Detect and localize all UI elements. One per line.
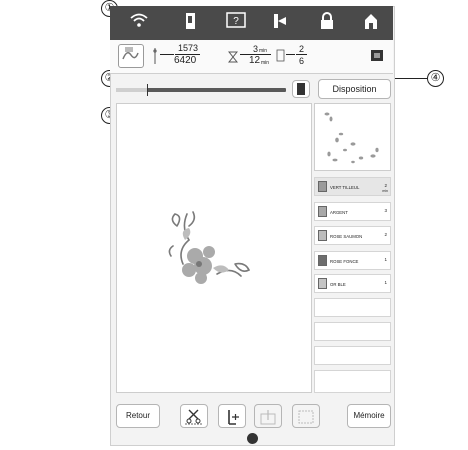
thread-item-1[interactable]: VERT TILLEUL 2 min — [314, 177, 391, 196]
color-total: 6 — [299, 56, 305, 66]
callout-4: ④ — [427, 70, 444, 87]
thread-cut-icon — [185, 409, 203, 425]
thread-item-4[interactable]: ROSE FONCE 1 — [314, 251, 391, 270]
progress-fill — [116, 88, 147, 92]
thread-name: ROSE SAUMON — [330, 234, 363, 239]
home-icon[interactable] — [358, 12, 384, 34]
stitch-divider — [160, 54, 174, 55]
thread-swatch — [318, 278, 327, 289]
hourglass-icon — [227, 50, 239, 63]
frame-icon — [298, 410, 314, 424]
thread-swatch — [318, 255, 327, 266]
pause-icon[interactable] — [247, 433, 258, 444]
status-bar: 1573 6420 3 min 12 min 2 6 — [110, 40, 393, 74]
help-icon[interactable]: ? — [223, 12, 249, 34]
disposition-button[interactable]: Disposition — [318, 79, 391, 99]
thread-color-button[interactable] — [292, 80, 310, 98]
design-thumbnail[interactable] — [314, 103, 391, 171]
thread-item-empty-1 — [314, 298, 391, 317]
color-current: 2 — [299, 44, 305, 54]
trace-icon — [260, 410, 276, 425]
thread-swatch — [318, 181, 327, 192]
thread-item-5[interactable]: OR BLE 1 — [314, 274, 391, 293]
thread-item-3[interactable]: ROSE SAUMON 2 — [314, 226, 391, 245]
stitch-current: 1573 — [178, 43, 199, 53]
thread-item-2[interactable]: ARGENT 3 — [314, 202, 391, 221]
pattern-preview — [168, 211, 251, 284]
thread-count: 3 — [384, 208, 387, 213]
time-total: 12 — [249, 55, 261, 66]
thread-name: VERT TILLEUL — [330, 185, 360, 190]
thread-swatch — [318, 206, 327, 217]
back-button[interactable]: Retour — [116, 404, 160, 428]
memory-button[interactable]: Mémoire — [347, 404, 391, 428]
thread-name: ROSE FONCE — [330, 259, 359, 264]
progress-marker — [146, 84, 148, 96]
thread-swatch — [318, 230, 327, 241]
thread-name: ARGENT — [330, 210, 348, 215]
needle-icon — [152, 48, 158, 66]
embroidery-area[interactable] — [116, 103, 312, 393]
time-current: 3 — [253, 44, 259, 54]
thread-icon[interactable] — [268, 12, 294, 34]
frame-button[interactable] — [292, 404, 320, 428]
color-divider — [286, 54, 295, 55]
time-total-unit: min — [261, 60, 270, 66]
spool-icon — [276, 49, 285, 62]
thread-item-empty-2 — [314, 322, 391, 341]
thread-count: 2 — [384, 183, 387, 188]
tension-button[interactable] — [218, 404, 246, 428]
top-toolbar: ? — [110, 6, 393, 40]
tension-icon — [228, 410, 239, 425]
wifi-icon[interactable] — [126, 12, 152, 34]
lock-icon[interactable] — [314, 12, 340, 34]
thread-name: OR BLE — [330, 282, 346, 287]
progress-track — [116, 88, 286, 92]
thread-count: 1 — [384, 280, 387, 285]
thread-count: 2 — [384, 232, 387, 237]
machine-icon[interactable] — [178, 12, 204, 34]
thread-unit: min — [382, 189, 388, 193]
color-fraction-line — [296, 54, 307, 55]
thread-item-empty-4 — [314, 370, 391, 393]
stitch-total: 6420 — [174, 55, 197, 66]
thread-count: 1 — [384, 257, 387, 262]
pattern-thumbnail[interactable] — [118, 44, 144, 68]
thread-item-empty-3 — [314, 346, 391, 365]
trace-button[interactable] — [254, 404, 282, 428]
camera-icon[interactable] — [370, 48, 385, 63]
svg-text:?: ? — [233, 16, 239, 27]
thread-cut-button[interactable] — [180, 404, 208, 428]
